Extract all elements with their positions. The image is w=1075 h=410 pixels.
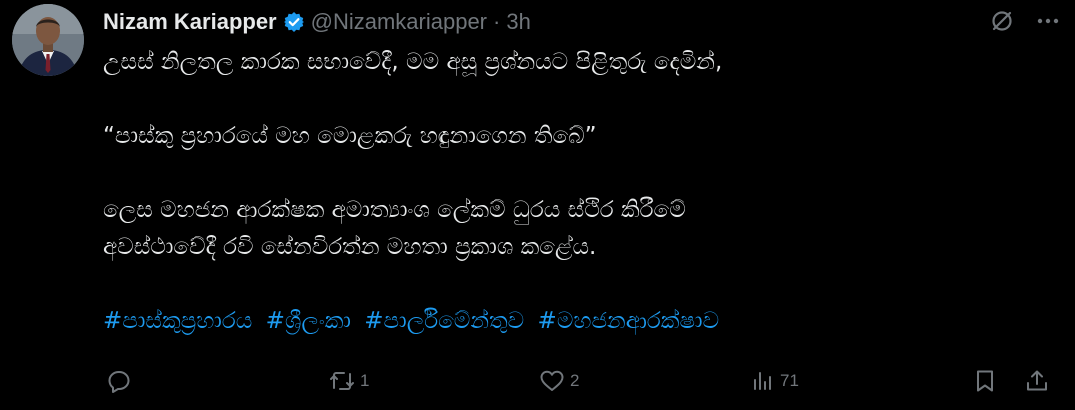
hashtag-link[interactable]: #පාර්ලිමේන්තුව <box>364 308 524 334</box>
tweet-text-line: ලෙස මහජන ආරක්ෂක අමාත්‍යාංශ ලේකම් ධුරය ස්… <box>103 197 686 223</box>
tweet-actions: 1 2 71 <box>100 364 1060 398</box>
top-actions <box>989 8 1061 38</box>
hashtag-list: #පාස්කුප්‍රහාරය #ශ්‍රීලංකා #පාර්ලිමේන්තු… <box>103 303 1043 340</box>
bookmark-icon <box>972 368 998 394</box>
tweet-header: Nizam Kariapper @Nizamkariapper · 3h <box>103 6 531 38</box>
tweet-text: උසස් නිලතල කාරක සභාවේදී, මම අසූ ප්‍රශ්නය… <box>103 44 1043 340</box>
reply-icon <box>106 368 132 394</box>
like-count: 2 <box>570 371 580 390</box>
share-icon <box>1024 368 1050 394</box>
tweet-quote: “පාස්කු ප්‍රහාරයේ මහ මොළකරු හඳුනාගෙන තිබ… <box>103 123 597 149</box>
views-button[interactable]: 71 <box>750 364 799 398</box>
display-name[interactable]: Nizam Kariapper <box>103 9 277 35</box>
retweet-count: 1 <box>360 371 370 390</box>
separator-dot: · <box>493 9 501 34</box>
tweet-text-line: උසස් නිලතල කාරක සභාවේදී, මම අසූ ප්‍රශ්නය… <box>103 49 723 75</box>
hashtag-link[interactable]: #ශ්‍රීලංකා <box>266 308 351 334</box>
hashtag-link[interactable]: #පාස්කුප්‍රහාරය <box>103 308 252 334</box>
grok-icon[interactable] <box>989 8 1015 38</box>
like-button[interactable]: 2 <box>538 364 579 398</box>
avatar-image <box>12 4 84 76</box>
timestamp[interactable]: 3h <box>506 9 530 35</box>
views-icon <box>750 368 776 394</box>
heart-icon <box>538 368 566 394</box>
hashtag-link[interactable]: #මහජනආරක්ෂාව <box>538 308 720 334</box>
retweet-button[interactable]: 1 <box>328 364 369 398</box>
tweet-text-line: අවස්ථාවේදී රවි සේනවිරත්න මහතා ප්‍රකාශ කළ… <box>103 234 597 260</box>
more-icon[interactable] <box>1035 8 1061 38</box>
retweet-icon <box>328 368 356 394</box>
share-button[interactable] <box>1024 364 1050 398</box>
bookmark-button[interactable] <box>972 364 998 398</box>
tweet-card[interactable]: Nizam Kariapper @Nizamkariapper · 3h උසස… <box>0 0 1075 410</box>
reply-button[interactable] <box>106 364 136 398</box>
views-count: 71 <box>780 371 799 390</box>
avatar[interactable] <box>12 4 84 76</box>
user-handle[interactable]: @Nizamkariapper <box>311 9 487 35</box>
verified-badge-icon <box>283 11 305 33</box>
